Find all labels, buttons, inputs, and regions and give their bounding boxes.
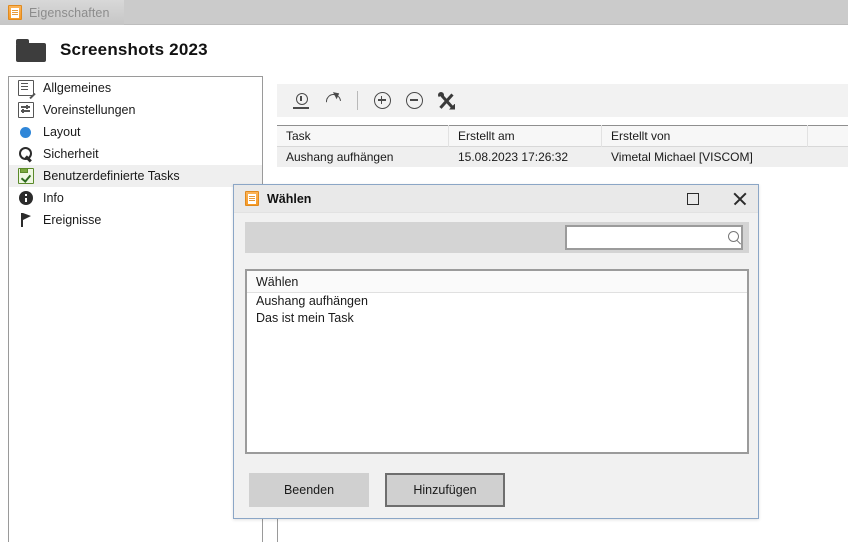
toolbar-separator	[357, 91, 358, 110]
tab-eigenschaften[interactable]: Eigenschaften	[0, 0, 124, 25]
beenden-button[interactable]: Beenden	[249, 473, 369, 507]
tools-button[interactable]	[433, 88, 459, 114]
sidebar-item-sicherheit[interactable]: Sicherheit	[9, 143, 262, 165]
sliders-icon	[18, 102, 34, 118]
key-icon	[18, 146, 34, 162]
sidebar-item-info[interactable]: Info	[9, 187, 262, 209]
sidebar-item-ereignisse[interactable]: Ereignisse	[9, 209, 262, 231]
table-header-row: Task Erstellt am Erstellt von	[277, 125, 848, 147]
remove-button[interactable]	[401, 88, 427, 114]
refresh-icon	[324, 92, 342, 110]
info-icon	[18, 190, 34, 206]
column-header-task[interactable]: Task	[277, 125, 449, 147]
close-icon	[732, 191, 747, 206]
maximize-button[interactable]	[674, 185, 712, 212]
page-header: Screenshots 2023	[0, 26, 848, 74]
flag-icon	[18, 212, 34, 228]
app-window: Eigenschaften Screenshots 2023 Allgemein…	[0, 0, 848, 542]
sidebar-item-label: Sicherheit	[43, 147, 99, 161]
close-button[interactable]	[720, 185, 758, 212]
document-icon	[8, 5, 22, 20]
search-input[interactable]	[573, 230, 728, 245]
cell-extra	[808, 147, 848, 167]
list-header: Wählen	[247, 271, 747, 293]
sidebar: Allgemeines Voreinstellungen Layout Sich…	[8, 76, 263, 542]
sidebar-item-label: Ereignisse	[43, 213, 102, 227]
hinzufuegen-button[interactable]: Hinzufügen	[385, 473, 505, 507]
export-icon	[292, 92, 310, 110]
folder-icon	[16, 38, 46, 62]
sidebar-item-allgemeines[interactable]: Allgemeines	[9, 77, 262, 99]
dialog-title: Wählen	[267, 191, 312, 206]
plus-circle-icon	[373, 92, 391, 109]
cell-created-at: 15.08.2023 17:26:32	[458, 150, 569, 164]
column-header-extra[interactable]	[808, 125, 848, 147]
tools-icon	[437, 91, 455, 110]
dialog-actions: Beenden Hinzufügen	[249, 473, 745, 507]
waehlen-dialog: Wählen Wählen Aushang aufhängen Das ist …	[233, 184, 759, 519]
tab-label: Eigenschaften	[29, 5, 110, 20]
list-item[interactable]: Das ist mein Task	[247, 310, 747, 327]
clipboard-check-icon	[18, 168, 34, 184]
document-icon	[245, 191, 259, 206]
blue-dot-icon	[18, 124, 34, 140]
general-list-icon	[18, 80, 34, 96]
search-field[interactable]	[565, 225, 743, 250]
tasks-table: Task Erstellt am Erstellt von Aushang au…	[277, 125, 848, 167]
sidebar-item-label: Benutzerdefinierte Tasks	[43, 169, 180, 183]
sidebar-item-label: Info	[43, 191, 64, 205]
dialog-search-bar	[245, 222, 749, 253]
sidebar-item-benutzerdefinierte-tasks[interactable]: Benutzerdefinierte Tasks	[9, 165, 262, 187]
minus-circle-icon	[405, 92, 423, 109]
refresh-button[interactable]	[320, 88, 346, 114]
table-row[interactable]: Aushang aufhängen 15.08.2023 17:26:32 Vi…	[277, 147, 848, 167]
sidebar-item-layout[interactable]: Layout	[9, 121, 262, 143]
page-title: Screenshots 2023	[60, 40, 208, 59]
sidebar-item-label: Allgemeines	[43, 81, 112, 95]
dialog-list-box: Wählen Aushang aufhängen Das ist mein Ta…	[245, 269, 749, 454]
sidebar-item-label: Layout	[43, 125, 81, 139]
sidebar-item-label: Voreinstellungen	[43, 103, 136, 117]
tasks-toolbar	[277, 84, 848, 117]
search-icon[interactable]	[728, 230, 742, 245]
cell-created-by: Vimetal Michael [VISCOM]	[611, 150, 753, 164]
dialog-title-bar[interactable]: Wählen	[234, 185, 758, 213]
sidebar-item-voreinstellungen[interactable]: Voreinstellungen	[9, 99, 262, 121]
list-item[interactable]: Aushang aufhängen	[247, 293, 747, 310]
column-header-created-at[interactable]: Erstellt am	[449, 125, 602, 147]
column-header-created-by[interactable]: Erstellt von	[602, 125, 808, 147]
export-button[interactable]	[288, 88, 314, 114]
maximize-icon	[687, 192, 699, 205]
cell-task: Aushang aufhängen	[286, 150, 394, 164]
tab-bar: Eigenschaften	[0, 0, 848, 25]
add-button[interactable]	[369, 88, 395, 114]
